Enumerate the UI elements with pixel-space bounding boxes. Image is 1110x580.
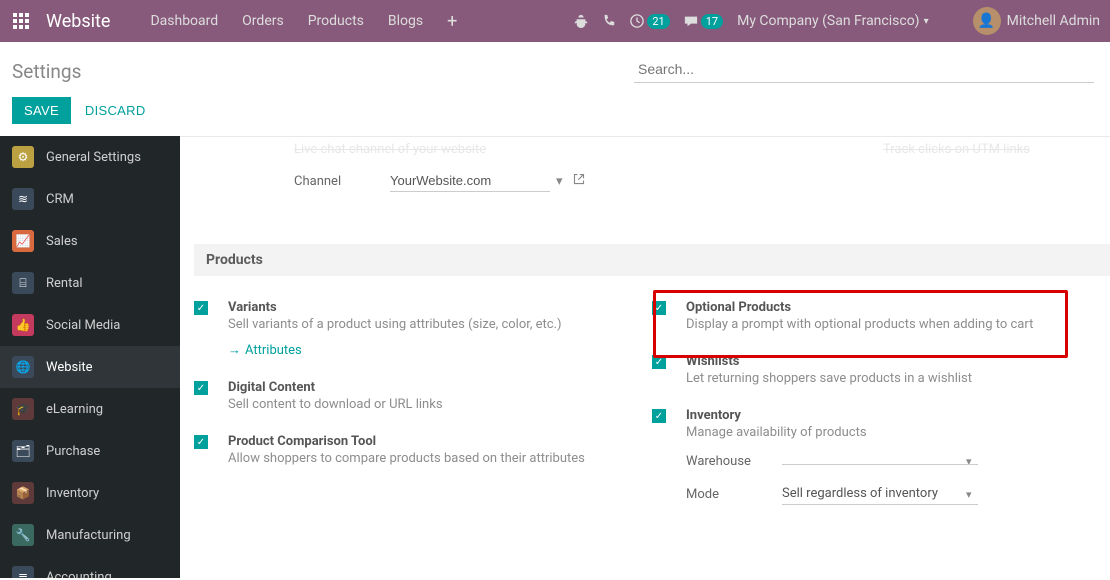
action-bar: SAVE DISCARD — [0, 83, 1110, 136]
setting-inventory: ✓ Inventory Manage availability of product… — [652, 408, 1110, 527]
checkbox[interactable]: ✓ — [194, 301, 208, 315]
nav-links: Dashboard Orders Products Blogs + — [138, 11, 469, 32]
preferences-icon[interactable] — [943, 13, 959, 29]
sidebar-item-sales[interactable]: 📈 Sales — [0, 220, 180, 262]
sidebar-item-purchase[interactable]: 🗂 Purchase — [0, 430, 180, 472]
sidebar-item-accounting[interactable]: ≣ Accounting — [0, 556, 180, 578]
section-title: Products — [194, 244, 1110, 276]
setting-link[interactable]: → Attributes — [228, 342, 562, 358]
truncated-text-right: Track clicks on UTM links — [883, 142, 1030, 157]
setting-title: Digital Content — [228, 380, 443, 395]
sidebar-item-label: General Settings — [46, 150, 141, 165]
setting-desc: Sell content to download or URL links — [228, 397, 443, 412]
setting-title: Product Comparison Tool — [228, 434, 585, 449]
header: Settings — [0, 42, 1110, 83]
mode-select[interactable]: Sell regardless of inventory — [782, 483, 978, 505]
messages-badge: 17 — [701, 14, 723, 29]
social-media-icon: 👍 — [12, 314, 34, 336]
channel-label: Channel — [294, 174, 390, 189]
sidebar-item-label: Purchase — [46, 444, 100, 459]
purchase-icon: 🗂 — [12, 440, 34, 462]
nav-plus-icon[interactable]: + — [435, 11, 469, 32]
bug-icon[interactable] — [574, 14, 588, 28]
nav-products[interactable]: Products — [296, 13, 376, 29]
arrow-right-icon: → — [228, 342, 241, 358]
content: Live chat channel of your website Track … — [180, 136, 1110, 578]
user-name: Mitchell Admin — [1007, 13, 1100, 29]
setting-product-comparison-tool: ✓ Product Comparison Tool Allow shoppers t… — [194, 434, 652, 488]
company-name: My Company (San Francisco) — [737, 13, 919, 29]
sidebar-item-label: Sales — [46, 234, 78, 249]
setting-desc: Sell variants of a product using attribu… — [228, 317, 562, 332]
setting-variants: ✓ Variants Sell variants of a product usin… — [194, 300, 652, 380]
manufacturing-icon: 🔧 — [12, 524, 34, 546]
sales-icon: 📈 — [12, 230, 34, 252]
checkbox[interactable]: ✓ — [194, 381, 208, 395]
apps-icon[interactable] — [0, 0, 42, 42]
accounting-icon: ≣ — [12, 566, 34, 578]
topbar: Website Dashboard Orders Products Blogs … — [0, 0, 1110, 42]
app-title[interactable]: Website — [46, 11, 110, 32]
channel-input[interactable] — [390, 170, 550, 192]
chevron-down-icon[interactable]: ▾ — [556, 174, 563, 189]
page-title: Settings — [12, 60, 81, 83]
mode-label: Mode — [686, 487, 782, 502]
sidebar-item-general-settings[interactable]: ⚙ General Settings — [0, 136, 180, 178]
sidebar: ⚙ General Settings ≋ CRM 📈 Sales ⌸ Rental 👍 Socia… — [0, 136, 180, 578]
external-link-icon[interactable] — [573, 173, 585, 189]
activity-icon[interactable]: 21 — [630, 14, 669, 29]
sidebar-item-social-media[interactable]: 👍 Social Media — [0, 304, 180, 346]
layout: ⚙ General Settings ≋ CRM 📈 Sales ⌸ Rental 👍 Socia… — [0, 136, 1110, 578]
sidebar-item-label: CRM — [46, 192, 74, 207]
save-button[interactable]: SAVE — [12, 97, 71, 124]
chevron-down-icon: ▾ — [924, 16, 929, 27]
sidebar-item-label: Inventory — [46, 486, 99, 501]
checkbox[interactable]: ✓ — [652, 409, 666, 423]
sidebar-item-manufacturing[interactable]: 🔧 Manufacturing — [0, 514, 180, 556]
nav-orders[interactable]: Orders — [230, 13, 296, 29]
sidebar-item-label: Manufacturing — [46, 528, 131, 543]
sidebar-item-label: Accounting — [46, 570, 112, 579]
setting-desc: Allow shoppers to compare products based… — [228, 451, 585, 466]
sidebar-item-crm[interactable]: ≋ CRM — [0, 178, 180, 220]
highlight-box — [653, 290, 1068, 358]
sidebar-item-inventory[interactable]: 📦 Inventory — [0, 472, 180, 514]
link-label: Attributes — [245, 343, 302, 358]
setting-digital-content: ✓ Digital Content Sell content to download… — [194, 380, 652, 434]
elearning-icon: 🎓 — [12, 398, 34, 420]
sidebar-item-elearning[interactable]: 🎓 eLearning — [0, 388, 180, 430]
crm-icon: ≋ — [12, 188, 34, 210]
warehouse-label: Warehouse — [686, 454, 782, 469]
setting-desc: Let returning shoppers save products in … — [686, 371, 972, 386]
search-input[interactable] — [634, 56, 1094, 83]
phone-icon[interactable] — [602, 14, 616, 28]
sidebar-item-label: Rental — [46, 276, 83, 291]
truncated-text-left: Live chat channel of your website — [294, 142, 486, 157]
sidebar-item-website[interactable]: 🌐 Website — [0, 346, 180, 388]
sidebar-item-rental[interactable]: ⌸ Rental — [0, 262, 180, 304]
user-menu[interactable]: 👤 Mitchell Admin — [973, 7, 1100, 35]
nav-dashboard[interactable]: Dashboard — [138, 13, 230, 29]
sidebar-item-label: Social Media — [46, 318, 120, 333]
discard-button[interactable]: DISCARD — [85, 103, 146, 118]
avatar: 👤 — [973, 7, 1001, 35]
inventory-icon: 📦 — [12, 482, 34, 504]
sidebar-item-label: eLearning — [46, 402, 103, 417]
website-icon: 🌐 — [12, 356, 34, 378]
setting-desc: Manage availability of products — [686, 425, 972, 440]
activity-badge: 21 — [647, 14, 669, 29]
rental-icon: ⌸ — [12, 272, 34, 294]
setting-wishlists: ✓WishlistsLet returning shoppers save pr… — [652, 354, 1110, 408]
general-settings-icon: ⚙ — [12, 146, 34, 168]
setting-title: Variants — [228, 300, 562, 315]
sidebar-item-label: Website — [46, 360, 93, 375]
checkbox[interactable]: ✓ — [194, 435, 208, 449]
company-selector[interactable]: My Company (San Francisco) ▾ — [737, 13, 928, 29]
messages-icon[interactable]: 17 — [684, 14, 723, 29]
setting-title: Inventory — [686, 408, 972, 423]
warehouse-select[interactable] — [782, 458, 978, 465]
nav-blogs[interactable]: Blogs — [376, 13, 435, 29]
